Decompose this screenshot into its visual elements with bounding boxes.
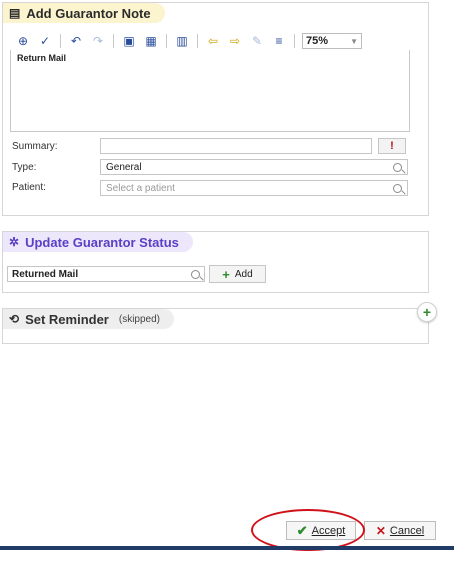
smartphrase-icon[interactable]: ▣ [121, 33, 137, 49]
accept-button[interactable]: ✔ Accept [286, 521, 356, 540]
summary-label: Summary: [12, 141, 58, 152]
insert-table-icon[interactable]: ▥ [174, 33, 190, 49]
summary-input[interactable] [100, 138, 372, 154]
note-section-title: Add Guarantor Note [26, 5, 151, 21]
important-flag-button[interactable]: ! [378, 138, 406, 154]
clear-field-icon[interactable]: ✎ [249, 33, 265, 49]
guarantor-status-value: Returned Mail [12, 268, 79, 280]
zoom-select[interactable]: 75% ▼ [302, 33, 362, 49]
toolbar-divider [166, 34, 167, 48]
note-icon: ▤ [9, 6, 21, 20]
type-value: General [106, 161, 142, 173]
close-icon: ✕ [375, 523, 386, 538]
search-icon[interactable] [393, 183, 402, 193]
search-icon[interactable] [393, 162, 402, 172]
zoom-in-icon[interactable]: ⊕ [15, 33, 31, 49]
undo-icon[interactable]: ↶ [68, 33, 84, 49]
patient-input[interactable]: Select a patient [100, 180, 408, 196]
reminder-icon: ⟲ [9, 312, 20, 326]
toolbar-divider [113, 34, 114, 48]
add-status-label: Add [234, 268, 253, 280]
insert-text-icon[interactable]: ≡ [271, 33, 287, 49]
checkmark-icon: ✔ [296, 522, 308, 538]
note-toolbar: ⊕ ✓ ↶ ↷ ▣ ▦ ▥ ⇦ ⇨ ✎ ≡ 75% ▼ [15, 33, 362, 49]
note-text: Return Mail [17, 53, 67, 63]
chevron-down-icon: ▼ [350, 36, 358, 46]
patient-label: Patient: [12, 182, 46, 193]
type-input[interactable]: General [100, 159, 408, 175]
status-section-title: Update Guarantor Status [25, 234, 179, 250]
accept-label: Accept [311, 524, 346, 537]
reminder-skipped-label: (skipped) [118, 313, 161, 325]
zoom-value: 75% [306, 35, 329, 47]
type-label: Type: [12, 162, 37, 173]
guarantor-status-input[interactable]: Returned Mail [7, 266, 205, 282]
reminder-section-title: Set Reminder [25, 311, 109, 327]
expand-reminder-button[interactable]: + [417, 302, 437, 322]
update-guarantor-status-panel: ✲ Update Guarantor Status [2, 231, 429, 293]
plus-icon: + [422, 304, 432, 320]
status-section-header[interactable]: ✲ Update Guarantor Status [3, 232, 193, 252]
set-reminder-panel: ⟲ Set Reminder (skipped) [2, 308, 429, 344]
exclamation-icon: ! [390, 140, 394, 152]
reminder-section-header[interactable]: ⟲ Set Reminder (skipped) [3, 309, 175, 329]
next-field-icon[interactable]: ⇨ [227, 33, 243, 49]
smartlist-icon[interactable]: ▦ [143, 33, 159, 49]
cancel-button[interactable]: ✕ Cancel [364, 521, 436, 540]
note-section-header[interactable]: ▤ Add Guarantor Note [3, 3, 165, 23]
toolbar-divider [60, 34, 61, 48]
asterisk-icon: ✲ [9, 235, 20, 249]
add-status-button[interactable]: + Add [209, 265, 266, 283]
previous-field-icon[interactable]: ⇦ [205, 33, 221, 49]
toolbar-divider [197, 34, 198, 48]
redo-icon[interactable]: ↷ [90, 33, 106, 49]
plus-icon: + [222, 266, 230, 282]
toolbar-divider [294, 34, 295, 48]
spell-check-icon[interactable]: ✓ [37, 33, 53, 49]
note-text-area[interactable]: Return Mail [10, 50, 410, 132]
cancel-label: Cancel [389, 524, 425, 537]
search-icon[interactable] [191, 269, 200, 279]
bottom-bar [0, 546, 454, 550]
patient-placeholder: Select a patient [106, 182, 175, 194]
